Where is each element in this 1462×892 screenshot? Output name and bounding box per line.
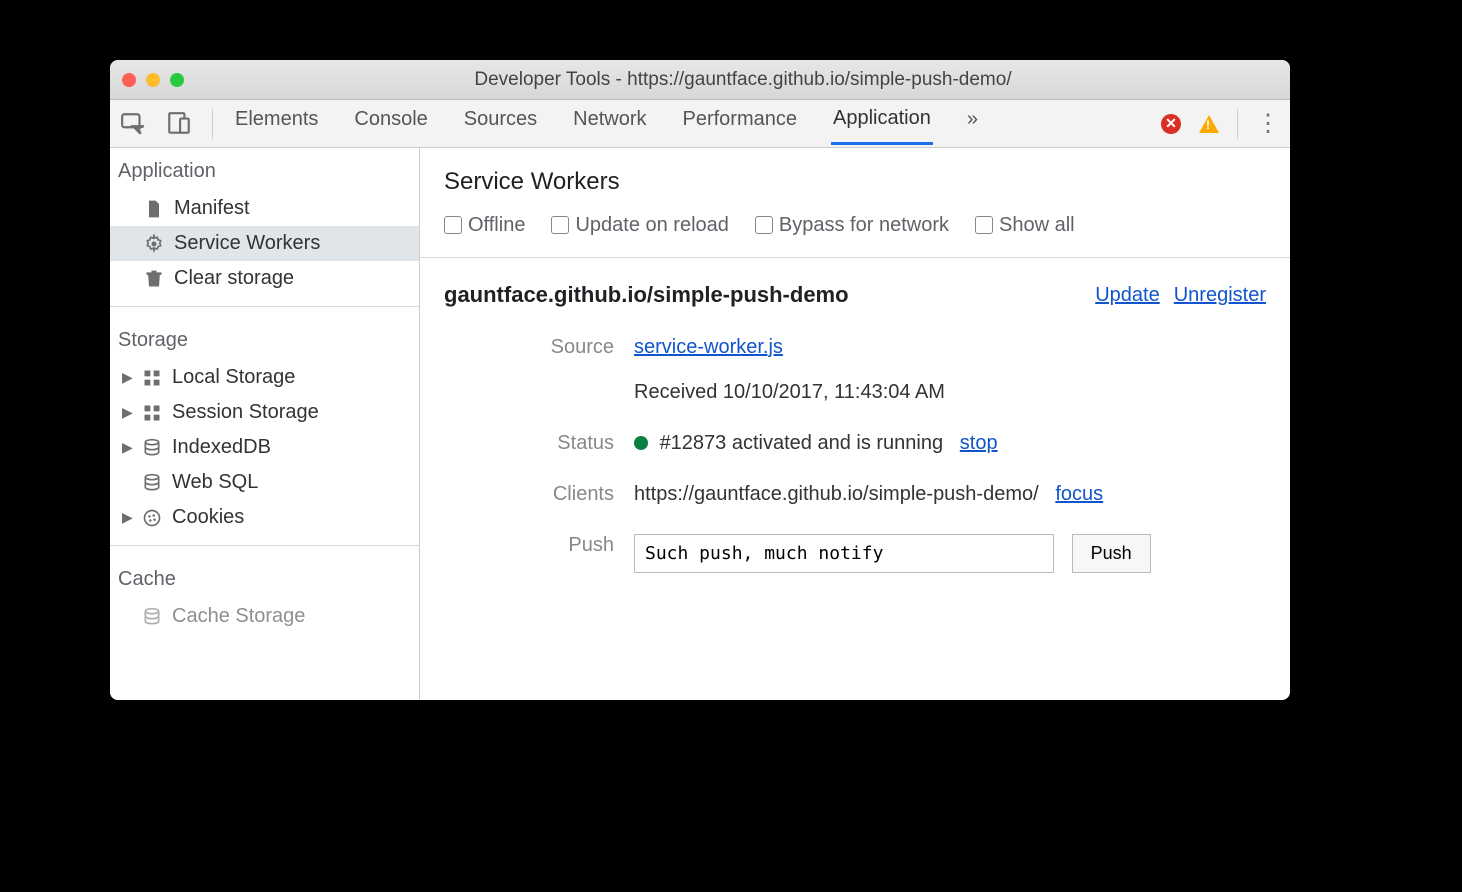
error-badge-icon[interactable]: ✕ [1161, 114, 1181, 134]
update-link[interactable]: Update [1095, 284, 1160, 307]
warning-badge-icon[interactable] [1199, 115, 1219, 133]
push-label: Push [444, 534, 614, 557]
expand-triangle-icon[interactable]: ▶ [122, 509, 132, 526]
sidebar-item-indexeddb[interactable]: ▶ IndexedDB [110, 430, 419, 465]
sidebar-item-web-sql[interactable]: ▶ Web SQL [110, 465, 419, 500]
expand-triangle-icon[interactable]: ▶ [122, 439, 132, 456]
sidebar-item-label: Manifest [174, 197, 250, 220]
expand-triangle-icon[interactable]: ▶ [122, 404, 132, 421]
show-all-checkbox[interactable]: Show all [975, 214, 1075, 237]
gear-icon [144, 234, 164, 254]
sidebar-item-label: Cookies [172, 506, 244, 529]
panel-heading: Service Workers [444, 168, 1266, 196]
source-link[interactable]: service-worker.js [634, 336, 783, 358]
sidebar-item-cookies[interactable]: ▶ Cookies [110, 500, 419, 535]
minimize-icon[interactable] [146, 73, 160, 87]
sidebar-item-label: Service Workers [174, 232, 320, 255]
sidebar-item-session-storage[interactable]: ▶ Session Storage [110, 395, 419, 430]
push-button[interactable]: Push [1072, 534, 1151, 573]
main-panel: Service Workers Offline Update on reload… [420, 148, 1290, 700]
grid-icon [142, 368, 162, 388]
sidebar-divider [110, 545, 419, 546]
sw-details-grid: Source service-worker.js Received 10/10/… [444, 336, 1266, 573]
bypass-for-network-checkbox[interactable]: Bypass for network [755, 214, 949, 237]
grid-icon [142, 403, 162, 423]
toolbar-separator [1237, 109, 1238, 139]
inspect-element-icon[interactable] [120, 111, 146, 137]
push-cell: Push [634, 534, 1266, 573]
source-label: Source [444, 336, 614, 359]
tab-sources[interactable]: Sources [462, 104, 539, 143]
origin-actions: Update Unregister [1095, 284, 1266, 307]
sidebar-item-label: Session Storage [172, 401, 319, 424]
clients-cell: https://gauntface.github.io/simple-push-… [634, 483, 1266, 506]
window-title: Developer Tools - https://gauntface.gith… [208, 69, 1278, 91]
focus-link[interactable]: focus [1055, 483, 1103, 505]
offline-checkbox[interactable]: Offline [444, 214, 525, 237]
tab-performance[interactable]: Performance [681, 104, 800, 143]
stop-link[interactable]: stop [960, 432, 998, 454]
unregister-link[interactable]: Unregister [1174, 284, 1266, 307]
titlebar: Developer Tools - https://gauntface.gith… [110, 60, 1290, 100]
status-dot-icon [634, 436, 648, 450]
status-cell: #12873 activated and is running stop [634, 432, 1266, 455]
sidebar-divider [110, 306, 419, 307]
origin-text: gauntface.github.io/simple-push-demo [444, 282, 849, 308]
database-icon [142, 438, 162, 458]
tabs-overflow[interactable]: » [965, 104, 980, 143]
clients-url: https://gauntface.github.io/simple-push-… [634, 483, 1039, 505]
panel-tabs: Elements Console Sources Network Perform… [233, 103, 1141, 145]
source-cell: service-worker.js Received 10/10/2017, 1… [634, 336, 1266, 404]
toolbar-right: ✕ ⋮ [1161, 109, 1280, 139]
sidebar: Application Manifest Service Workers Cle… [110, 148, 420, 700]
status-text: #12873 activated and is running [660, 432, 944, 454]
tab-application[interactable]: Application [831, 103, 933, 145]
clients-label: Clients [444, 483, 614, 506]
trash-icon [144, 269, 164, 289]
database-icon [142, 473, 162, 493]
sidebar-item-label: Web SQL [172, 471, 258, 494]
database-icon [142, 607, 162, 627]
cookie-icon [142, 508, 162, 528]
received-text: Received 10/10/2017, 11:43:04 AM [634, 381, 1266, 404]
status-label: Status [444, 432, 614, 455]
update-on-reload-checkbox[interactable]: Update on reload [551, 214, 728, 237]
sidebar-section-storage: Storage [110, 317, 419, 360]
sidebar-item-label: Local Storage [172, 366, 295, 389]
tab-elements[interactable]: Elements [233, 104, 320, 143]
origin-row: gauntface.github.io/simple-push-demo Upd… [444, 282, 1266, 308]
sidebar-item-label: Clear storage [174, 267, 294, 290]
devtools-window: Developer Tools - https://gauntface.gith… [110, 60, 1290, 700]
options-row: Offline Update on reload Bypass for netw… [444, 214, 1266, 237]
sidebar-item-clear-storage[interactable]: Clear storage [110, 261, 419, 296]
sidebar-section-cache: Cache [110, 556, 419, 599]
sidebar-item-label: Cache Storage [172, 605, 305, 628]
close-icon[interactable] [122, 73, 136, 87]
tab-console[interactable]: Console [352, 104, 429, 143]
toolbar: Elements Console Sources Network Perform… [110, 100, 1290, 148]
push-input[interactable] [634, 534, 1054, 573]
sidebar-item-manifest[interactable]: Manifest [110, 191, 419, 226]
device-toolbar-icon[interactable] [166, 111, 192, 137]
sidebar-item-label: IndexedDB [172, 436, 271, 459]
sidebar-item-local-storage[interactable]: ▶ Local Storage [110, 360, 419, 395]
toolbar-separator [212, 109, 213, 139]
document-icon [144, 199, 164, 219]
sidebar-item-service-workers[interactable]: Service Workers [110, 226, 419, 261]
expand-triangle-icon[interactable]: ▶ [122, 369, 132, 386]
sidebar-item-cache-storage[interactable]: ▶ Cache Storage [110, 599, 419, 634]
divider [420, 257, 1290, 258]
traffic-lights [122, 73, 184, 87]
body: Application Manifest Service Workers Cle… [110, 148, 1290, 700]
more-options-icon[interactable]: ⋮ [1256, 109, 1280, 138]
tab-network[interactable]: Network [571, 104, 648, 143]
sidebar-section-application: Application [110, 148, 419, 191]
zoom-icon[interactable] [170, 73, 184, 87]
